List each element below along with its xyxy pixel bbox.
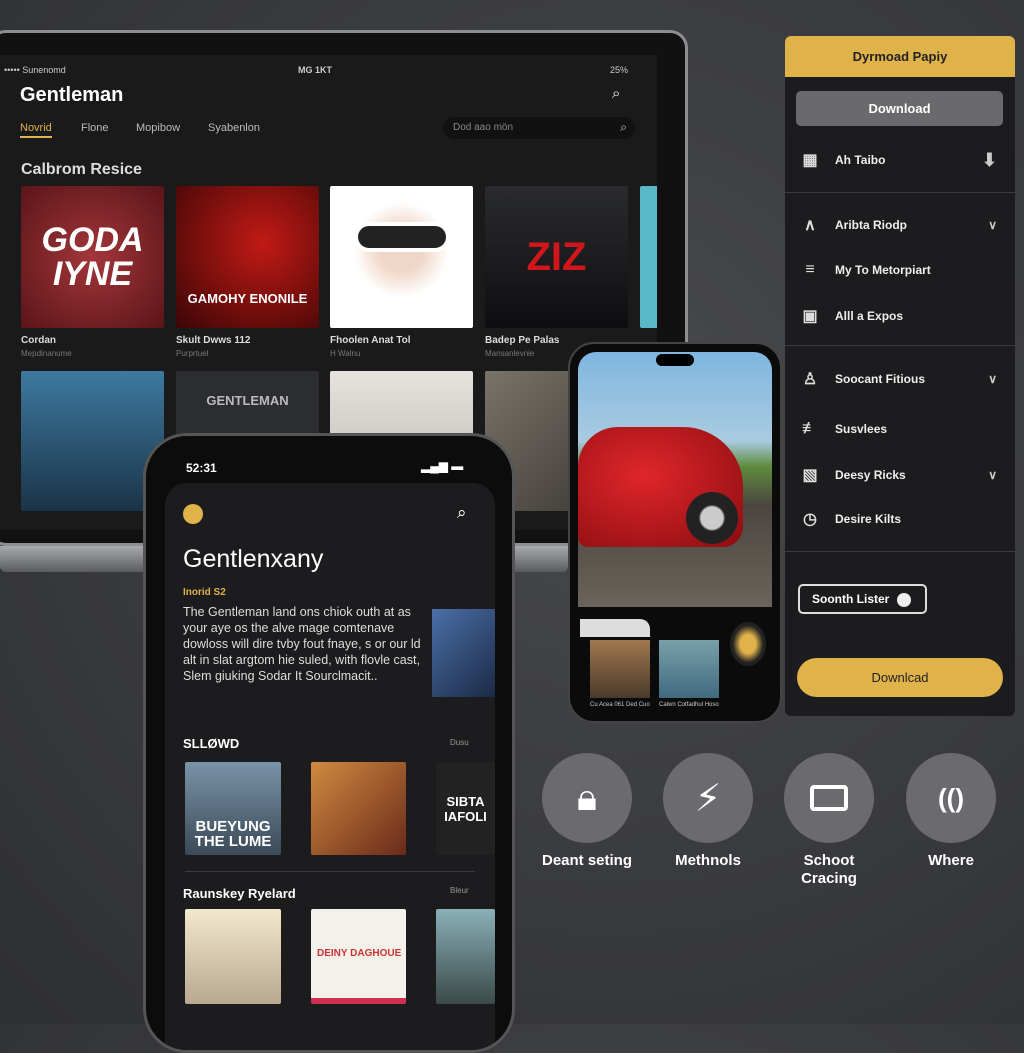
menu-item[interactable]: ∧ Aribta Riodp ∨ [785, 210, 1015, 240]
divider [785, 551, 1015, 552]
tab-novrid[interactable]: Novrid [20, 122, 52, 138]
poster-card[interactable]: SIBTA IAFOLI [436, 762, 495, 855]
poster-card[interactable]: GODA IYNE [21, 186, 164, 328]
action-label: Schoot Cracing [801, 852, 857, 887]
wheel-graphic [686, 492, 738, 544]
menu-item[interactable]: ▧ Deesy Ricks ∨ [785, 460, 1015, 490]
clock-icon: ◷ [803, 511, 817, 528]
section-title: Raunskey Ryelard [183, 886, 296, 901]
action-label: Where [928, 852, 974, 869]
menu-icon: ≡ [805, 261, 815, 278]
film-icon: ▦ [802, 152, 818, 169]
search-placeholder: Dod aao mön [453, 122, 514, 133]
poster-card[interactable]: DEINY DAGHOUE [311, 909, 406, 1004]
poster-title: Skult Dwws 112 [176, 335, 251, 346]
download-circle-icon[interactable]: ⬇︎ [982, 150, 997, 171]
chevron-down-icon: ∨ [988, 218, 997, 232]
chevron-down-icon: ∨ [988, 372, 997, 386]
thumbnail-caption: Calwn Cotfadhul Hoso [659, 702, 719, 708]
app-screen: ⌕ Gentlenxany Inorid S2 The Gentleman la… [165, 483, 495, 1050]
equalizer-icon: ≢ [802, 420, 818, 437]
thumbnail[interactable] [580, 619, 650, 637]
download-gold-button[interactable]: Downlcad [797, 658, 1003, 697]
see-more-link[interactable]: Bleur [450, 886, 469, 895]
cast-icon[interactable]: (() [906, 753, 996, 843]
thumbnail[interactable] [590, 640, 650, 698]
season-label: Inorid S2 [183, 587, 226, 598]
poster-card[interactable] [185, 909, 281, 1004]
card-icon[interactable] [784, 753, 874, 843]
description: The Gentleman land ons chiok outh at as … [183, 605, 421, 683]
badge-icon [730, 622, 766, 666]
more-icon [896, 592, 911, 607]
status-carrier: ••••• Sunenomd [4, 65, 66, 75]
poster-subtitle: H Walnu [330, 349, 361, 358]
poster-card[interactable] [330, 186, 473, 328]
tab-mopibow[interactable]: Mopibow [136, 122, 180, 134]
poster-card[interactable] [436, 909, 495, 1004]
menu-item[interactable]: ▦ Ah Taibo ⬇︎ [785, 145, 1015, 175]
tab-flone[interactable]: Flone [81, 122, 109, 134]
menu-item[interactable]: ♙ Soocant Fitious ∨ [785, 364, 1015, 394]
panel-header: Dyrmoad Papiy [785, 36, 1015, 77]
frame-icon: ▣ [802, 308, 818, 325]
car-photo [578, 352, 772, 607]
signal-wifi-battery-icon: ▂▄▆ ▬ [421, 459, 464, 473]
app-title: Gentleman [20, 84, 124, 106]
search-input[interactable]: Dod aao mön ⌕ [443, 117, 635, 139]
camera-notch [656, 354, 694, 366]
menu-item[interactable]: ▣ Alll a Expos [785, 301, 1015, 331]
compass-icon: ∧ [804, 217, 816, 234]
download-button[interactable]: Download [796, 91, 1003, 126]
edit-icon: ▧ [802, 467, 818, 484]
poster-card[interactable] [311, 762, 406, 855]
poster-card[interactable]: GAMOHY ENONILE [176, 186, 319, 328]
section-title: Calbrom Resice [21, 161, 142, 178]
search-icon: ⌕ [620, 120, 627, 134]
status-battery: 25% [610, 65, 629, 75]
sunglasses-graphic [353, 222, 450, 252]
thumbnail[interactable] [659, 640, 719, 698]
menu-item[interactable]: ◷ Desire Kilts [785, 504, 1015, 534]
poster-card[interactable] [640, 186, 657, 328]
sooth-lister-button[interactable]: Soonth Lister [798, 584, 927, 614]
lightning-icon[interactable]: ⚡︎ [663, 753, 753, 843]
chevron-down-icon: ∨ [988, 468, 997, 482]
action-label: Methnols [675, 852, 741, 869]
menu-item[interactable]: ≡ My To Metorpiart [785, 255, 1015, 285]
poster-title: Badep Pe Palas [485, 335, 560, 346]
divider [785, 345, 1015, 346]
app-title: Gentlenxany [183, 545, 324, 573]
lock-icon[interactable]: 🔒︎ [542, 753, 632, 843]
search-icon[interactable]: ⌕ [612, 85, 620, 102]
see-more-link[interactable]: Dusu [450, 738, 469, 747]
poster-subtitle: Mansanlevnie [485, 349, 535, 358]
poster-subtitle: Purprtuel [176, 349, 209, 358]
tab-syabenlon[interactable]: Syabenlon [208, 122, 260, 134]
phone-left: 52:31 ▂▄▆ ▬ ⌕ Gentlenxany Inorid S2 The … [143, 433, 515, 1053]
phone-right: Cu Acea 061 Ded Cuo Calwn Cotfadhul Hoso [568, 342, 782, 723]
search-icon[interactable]: ⌕ [457, 503, 467, 523]
thumbnail[interactable] [432, 609, 495, 697]
poster-card[interactable]: BUEYUNG THE LUME [185, 762, 281, 855]
poster-title: Fhoolen Anat Tol [330, 335, 411, 346]
section-title: SLLØWD [183, 736, 240, 751]
poster-text: GENTLEMAN [206, 393, 289, 408]
action-label: Deant seting [541, 852, 632, 869]
status-time: MG 1KT [298, 65, 333, 75]
logo-icon [183, 504, 203, 524]
poster-subtitle: Mepdinanume [21, 349, 72, 358]
menu-item[interactable]: ≢ Susvlees [785, 414, 1015, 444]
download-panel: Dyrmoad Papiy Download ▦ Ah Taibo ⬇︎ ∧ Arib… [785, 36, 1015, 716]
divider [785, 192, 1015, 193]
poster-card[interactable]: ZIZ [485, 186, 628, 328]
status-time: 52:31 [186, 461, 217, 475]
divider [185, 871, 475, 872]
user-icon: ♙ [802, 371, 818, 388]
poster-title: Cordan [21, 335, 56, 346]
thumbnail-caption: Cu Acea 061 Ded Cuo [590, 702, 650, 708]
